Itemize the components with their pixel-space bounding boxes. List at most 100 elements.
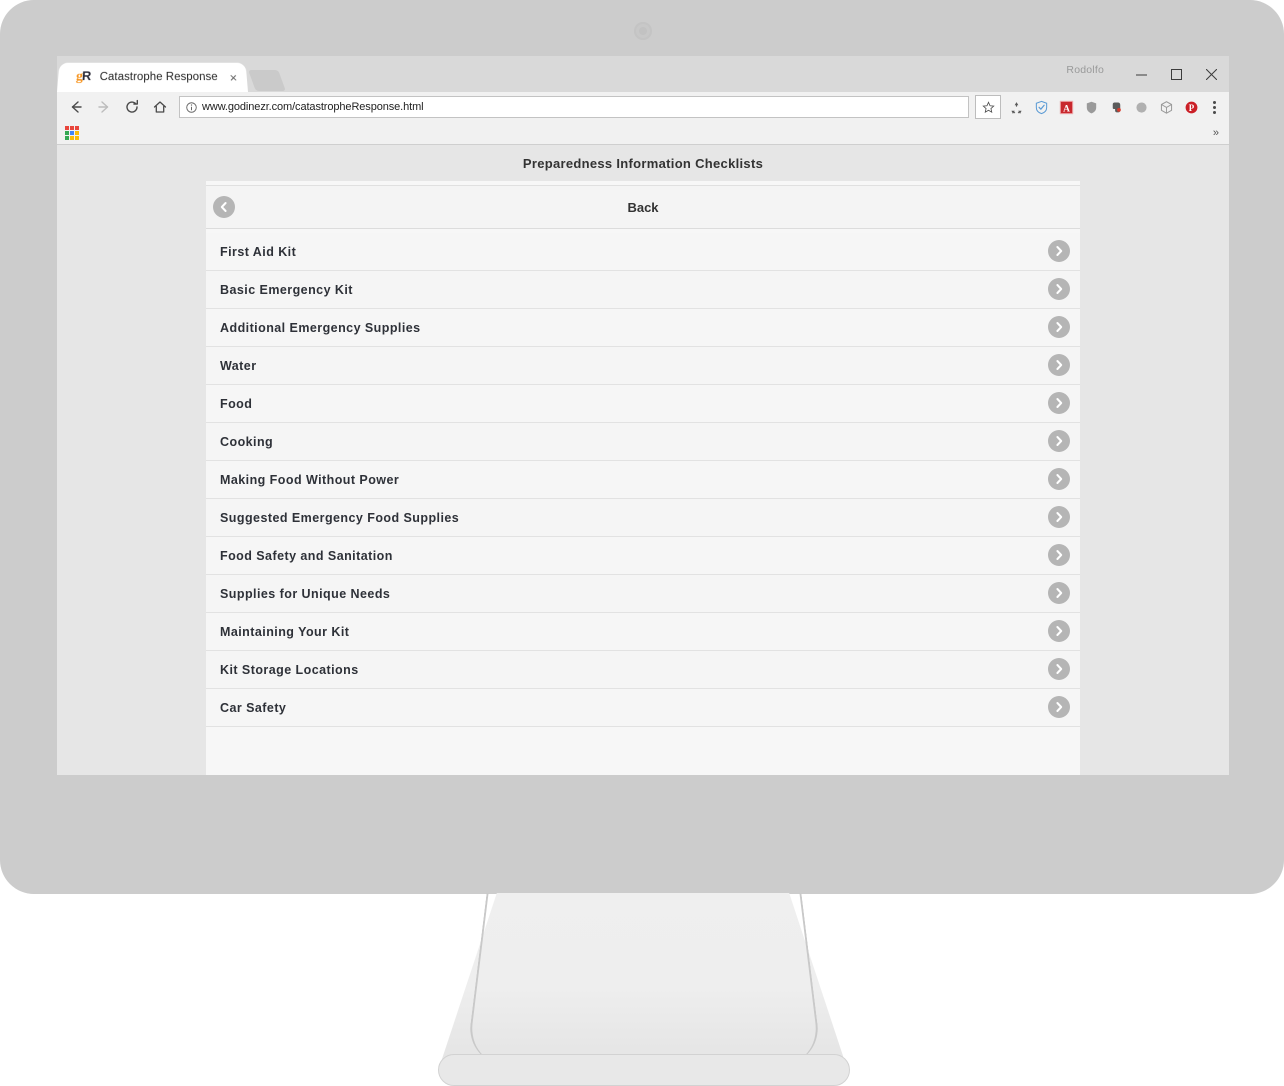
home-button[interactable] [147,94,173,120]
back-button[interactable] [63,94,89,120]
list-item[interactable]: Additional Emergency Supplies [206,309,1080,347]
list-item[interactable]: Car Safety [206,689,1080,727]
list-item[interactable]: Making Food Without Power [206,461,1080,499]
info-icon[interactable] [186,101,197,113]
chevron-right-icon[interactable] [1048,620,1070,642]
monitor-base [438,1054,850,1086]
reload-icon [126,99,138,113]
recycle-icon [1011,101,1022,114]
minimize-button[interactable] [1124,56,1159,92]
forward-arrow-icon [98,101,109,113]
list-item-label: Basic Emergency Kit [220,282,353,297]
chevron-right-icon[interactable] [1048,278,1070,300]
gray-circle-extension-button[interactable] [1130,95,1153,119]
back-navigation-button[interactable]: Back [206,185,1080,229]
back-arrow-icon [71,101,82,113]
list-item[interactable]: First Aid Kit [206,233,1080,271]
svg-text:P: P [1189,102,1195,112]
list-item-label: Cooking [220,434,274,449]
page-header: Preparedness Information Checklists [206,145,1080,181]
window-controls [1124,56,1229,92]
tab-strip: g R Catastrophe Response × [57,62,287,92]
browser-nav-bar: www.godinezr.com/catastropheResponse.htm… [57,92,1229,122]
chevron-right-icon[interactable] [1048,354,1070,376]
forward-button[interactable] [91,94,117,120]
list-item[interactable]: Food [206,385,1080,423]
recycle-extension-button[interactable] [1005,95,1028,119]
close-window-button[interactable] [1194,56,1229,92]
list-item-label: Making Food Without Power [220,472,400,487]
list-item[interactable]: Kit Storage Locations [206,651,1080,689]
pinterest-extension-button[interactable]: P [1180,95,1203,119]
list-item-label: Food [220,396,253,411]
list-item-label: Kit Storage Locations [220,662,359,677]
shield-gray-icon [1086,101,1097,113]
chevron-right-icon[interactable] [1048,696,1070,718]
favicon-letter-r: R [81,68,92,84]
minimize-icon [1136,74,1147,75]
chevron-right-icon[interactable] [1048,392,1070,414]
list-item[interactable]: Cooking [206,423,1080,461]
list-item-label: Car Safety [220,700,287,715]
maximize-icon [1171,68,1182,80]
pinterest-icon: P [1185,101,1198,113]
reload-button[interactable] [119,94,145,120]
shield-check-extension-button[interactable] [1030,95,1053,119]
bookmarks-bar: » [57,122,1229,145]
maximize-button[interactable] [1159,56,1194,92]
list-item-label: Additional Emergency Supplies [220,320,421,335]
new-tab-button[interactable] [248,70,287,91]
browser-window: g R Catastrophe Response × Rodolfo www.g… [57,56,1229,775]
adobe-acrobat-extension-button[interactable]: A [1055,95,1078,119]
checklist-list: First Aid Kit Basic Emergency Kit Additi… [206,233,1080,727]
evernote-icon [1112,101,1121,112]
chevron-right-icon[interactable] [1048,544,1070,566]
evernote-extension-button[interactable] [1105,95,1128,119]
list-item-label: Food Safety and Sanitation [220,548,393,563]
chevron-right-icon[interactable] [1048,240,1070,262]
chevron-right-icon[interactable] [1048,506,1070,528]
gray-circle-icon [1136,101,1147,113]
page-content-column: Preparedness Information Checklists Back… [206,145,1080,775]
back-button-label: Back [627,199,659,215]
list-item-label: Maintaining Your Kit [220,624,350,639]
bookmarks-overflow-button[interactable]: » [1213,127,1219,139]
list-item[interactable]: Water [206,347,1080,385]
list-item-label: Suggested Emergency Food Supplies [220,510,460,525]
chevron-left-icon[interactable] [213,196,235,218]
list-item[interactable]: Basic Emergency Kit [206,271,1080,309]
home-icon [153,101,167,113]
profile-name-label[interactable]: Rodolfo [1066,64,1104,76]
address-bar[interactable]: www.godinezr.com/catastropheResponse.htm… [179,96,969,118]
menu-dot [1212,105,1216,109]
chevron-right-icon[interactable] [1048,658,1070,680]
site-favicon-icon: g R [75,68,92,85]
browser-title-bar: g R Catastrophe Response × Rodolfo [57,56,1229,92]
webcam-icon [634,22,652,40]
svg-text:A: A [1063,104,1070,114]
menu-dot [1212,100,1216,104]
chevron-right-icon[interactable] [1048,468,1070,490]
adobe-acrobat-icon: A [1059,100,1074,114]
page-viewport: Preparedness Information Checklists Back… [57,145,1229,775]
browser-menu-button[interactable] [1205,100,1223,114]
list-item[interactable]: Maintaining Your Kit [206,613,1080,651]
list-item-label: Water [220,358,257,373]
shield-gray-extension-button[interactable] [1080,95,1103,119]
address-bar-url: www.godinezr.com/catastropheResponse.htm… [202,101,424,113]
menu-dot [1212,110,1216,114]
apps-grid-icon[interactable] [65,126,79,140]
chevron-right-icon[interactable] [1048,582,1070,604]
chevron-right-icon[interactable] [1048,430,1070,452]
chevron-right-icon[interactable] [1048,316,1070,338]
tab-title: Catastrophe Response [99,71,219,84]
cube-extension-button[interactable] [1155,95,1178,119]
list-item[interactable]: Suggested Emergency Food Supplies [206,499,1080,537]
list-item[interactable]: Supplies for Unique Needs [206,575,1080,613]
list-item-label: Supplies for Unique Needs [220,586,391,601]
close-tab-icon[interactable]: × [225,70,238,85]
shield-check-icon [1035,100,1048,114]
tab-catastrophe-response[interactable]: g R Catastrophe Response × [57,62,249,92]
list-item[interactable]: Food Safety and Sanitation [206,537,1080,575]
bookmark-star-button[interactable] [975,95,1001,119]
